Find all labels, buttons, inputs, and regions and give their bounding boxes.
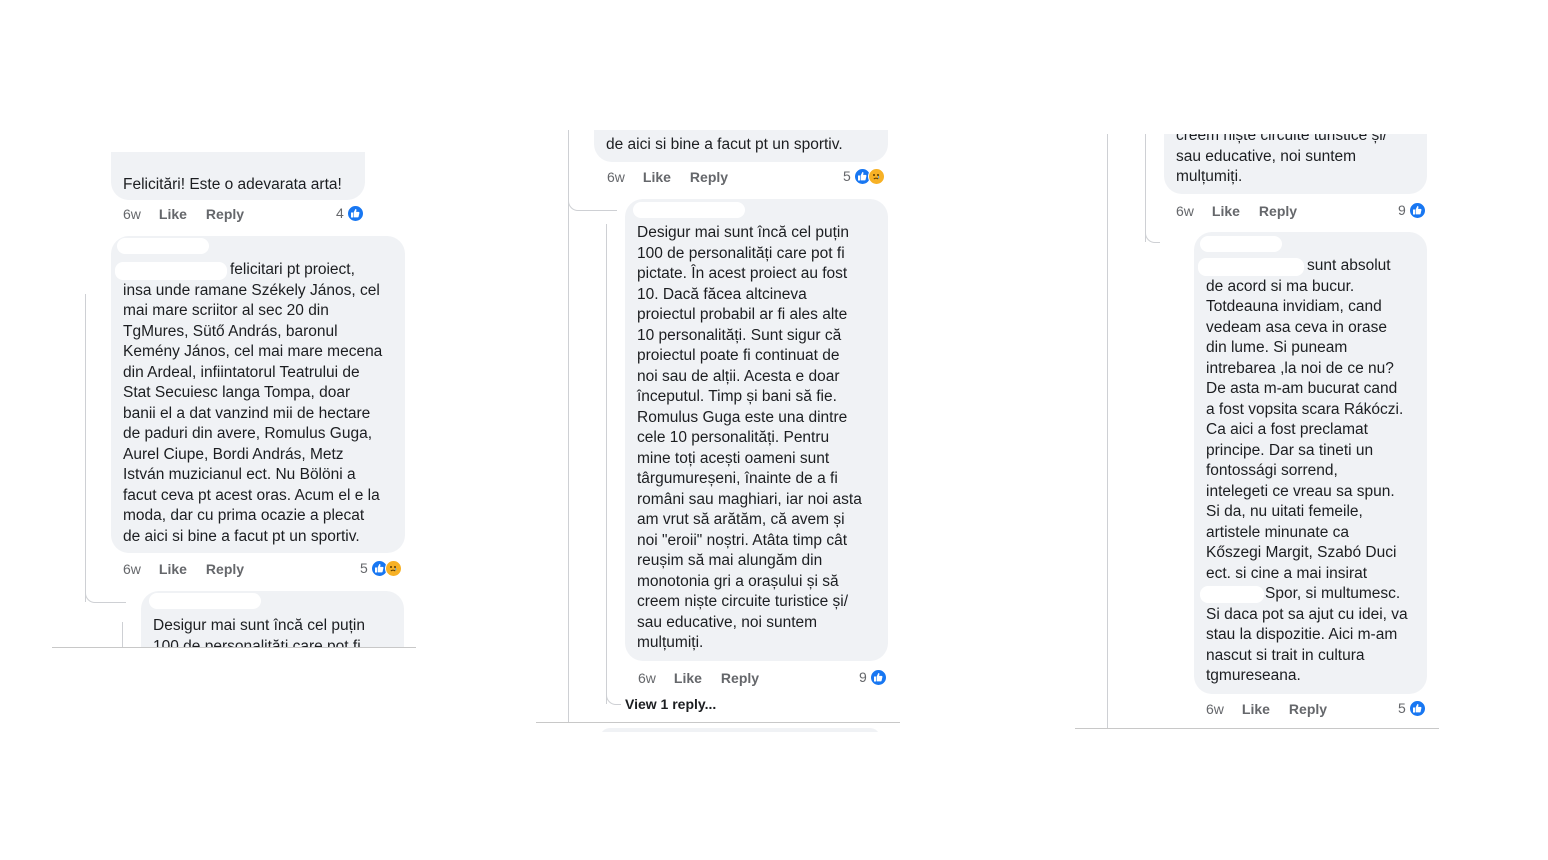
- comment-time[interactable]: 6w: [607, 169, 625, 185]
- reaction-count: 5: [843, 168, 851, 184]
- reaction-count: 5: [1398, 700, 1406, 716]
- comment-actions: 6w Like Reply: [638, 668, 759, 688]
- comment-time[interactable]: 6w: [1206, 701, 1224, 717]
- thread-line: [1107, 134, 1108, 728]
- comment-bubble: Desigur mai sunt încă cel puțin 100 de p…: [625, 199, 888, 661]
- reaction-count: 5: [360, 560, 368, 576]
- reply-button[interactable]: Reply: [721, 670, 759, 686]
- comment-bubble: sunt absolut de acord si ma bucur. Totde…: [1194, 232, 1427, 694]
- comment-text: Desigur mai sunt încă cel puțin 100 de p…: [153, 617, 365, 648]
- comment-text: Desigur mai sunt încă cel puțin 100 de p…: [637, 224, 862, 651]
- comment-text: de acord si ma bucur. Totdeauna invidiam…: [1206, 277, 1404, 582]
- reply-connector: [606, 690, 621, 705]
- redacted-name: [115, 262, 227, 280]
- reaction-count: 9: [1398, 202, 1406, 218]
- comment-bubble-next: [600, 728, 880, 732]
- comment-text: felicitari pt proiect, insa unde ramane …: [123, 261, 383, 545]
- comment-time[interactable]: 6w: [123, 561, 141, 577]
- comment-text: creem niște circuite turistice și/ sau e…: [1176, 134, 1388, 185]
- like-button[interactable]: Like: [1212, 203, 1240, 219]
- divider: [52, 647, 416, 648]
- sad-icon: [867, 167, 885, 185]
- thread-line: [606, 224, 607, 704]
- comment-time[interactable]: 6w: [123, 206, 141, 222]
- comment-actions: 6w Like Reply: [123, 204, 244, 224]
- middle-screenshot: de aici si bine a facut pt un sportiv. 6…: [536, 130, 900, 732]
- comment-bubble: de aici si bine a facut pt un sportiv.: [594, 130, 888, 162]
- redacted-name: [117, 238, 209, 254]
- right-screenshot: creem niște circuite turistice și/ sau e…: [1075, 134, 1439, 730]
- comment-text: Felicitări! Este o adevarata arta!: [123, 176, 342, 193]
- reply-button[interactable]: Reply: [1259, 203, 1297, 219]
- reaction-summary[interactable]: 5: [1398, 698, 1426, 718]
- like-icon: [869, 668, 887, 686]
- reaction-count: 9: [859, 669, 867, 685]
- redacted-name: [149, 593, 261, 609]
- like-icon: [346, 204, 364, 222]
- reaction-summary[interactable]: 9: [859, 667, 887, 687]
- like-icon: [1408, 699, 1426, 717]
- reply-connector: [85, 588, 126, 603]
- divider: [536, 722, 900, 723]
- reaction-summary[interactable]: 9: [1398, 200, 1426, 220]
- thread-line: [122, 622, 123, 648]
- comment-actions: 6w Like Reply: [1206, 699, 1327, 719]
- redacted-name: [1198, 258, 1304, 276]
- reaction-summary[interactable]: 5: [360, 558, 402, 578]
- reply-connector: [568, 196, 617, 211]
- reaction-summary[interactable]: 4: [336, 203, 364, 223]
- reply-button[interactable]: Reply: [690, 169, 728, 185]
- reaction-summary[interactable]: 5: [843, 166, 885, 186]
- comment-bubble: Desigur mai sunt încă cel puțin 100 de p…: [141, 591, 404, 648]
- comment-text: de aici si bine a facut pt un sportiv.: [606, 136, 843, 153]
- like-button[interactable]: Like: [643, 169, 671, 185]
- thread-line: [1145, 134, 1146, 242]
- comment-time[interactable]: 6w: [1176, 203, 1194, 219]
- like-button[interactable]: Like: [674, 670, 702, 686]
- comment-time[interactable]: 6w: [638, 670, 656, 686]
- reply-connector: [1145, 228, 1160, 243]
- left-screenshot: Felicitări! Este o adevarata arta! 6w Li…: [52, 150, 416, 648]
- thread-line: [85, 294, 86, 602]
- comment-bubble: felicitari pt proiect, insa unde ramane …: [111, 236, 405, 553]
- like-icon: [1408, 201, 1426, 219]
- comment-bubble: Felicitări! Este o adevarata arta!: [111, 152, 365, 200]
- sad-icon: [384, 559, 402, 577]
- comment-actions: 6w Like Reply: [1176, 201, 1297, 221]
- like-button[interactable]: Like: [159, 561, 187, 577]
- comment-actions: 6w Like Reply: [607, 167, 728, 187]
- redacted-name: [1200, 586, 1264, 603]
- like-button[interactable]: Like: [159, 206, 187, 222]
- divider: [1075, 728, 1439, 729]
- reply-button[interactable]: Reply: [1289, 701, 1327, 717]
- reaction-count: 4: [336, 205, 344, 221]
- comment-bubble: creem niște circuite turistice și/ sau e…: [1164, 134, 1427, 194]
- redacted-name: [633, 202, 745, 218]
- reply-button[interactable]: Reply: [206, 206, 244, 222]
- like-button[interactable]: Like: [1242, 701, 1270, 717]
- comment-text: Si daca pot sa ajut cu idei, va stau la …: [1206, 605, 1408, 685]
- thread-line: [568, 130, 569, 722]
- view-replies-link[interactable]: View 1 reply...: [625, 696, 716, 712]
- redacted-name: [1200, 236, 1282, 252]
- reply-button[interactable]: Reply: [206, 561, 244, 577]
- comment-actions: 6w Like Reply: [123, 559, 244, 579]
